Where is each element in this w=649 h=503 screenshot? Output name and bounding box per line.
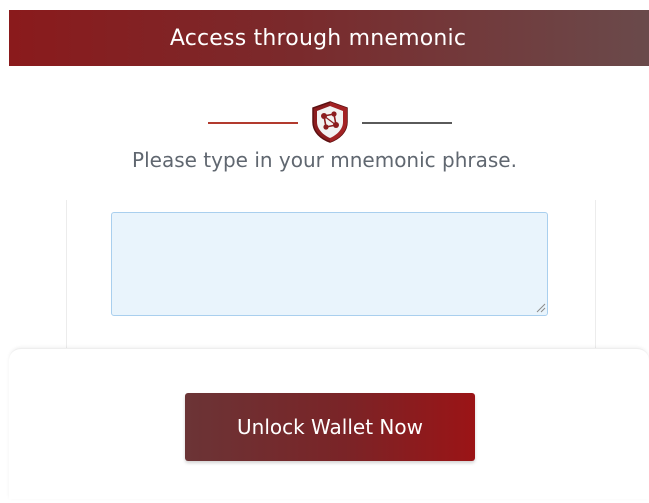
shield-network-icon (312, 101, 348, 143)
section-divider (0, 100, 649, 144)
resize-grip-icon[interactable] (534, 301, 546, 313)
page: Access through mnemonic Please type in y… (0, 0, 649, 503)
header-bar: Access through mnemonic (9, 10, 649, 66)
page-title: Access through mnemonic (169, 25, 467, 51)
mnemonic-input[interactable] (111, 212, 548, 316)
instruction-text: Please type in your mnemonic phrase. (132, 148, 517, 172)
unlock-wallet-button[interactable]: Unlock Wallet Now (185, 393, 475, 461)
divider-line-right (362, 122, 452, 124)
divider-line-left (208, 122, 298, 124)
